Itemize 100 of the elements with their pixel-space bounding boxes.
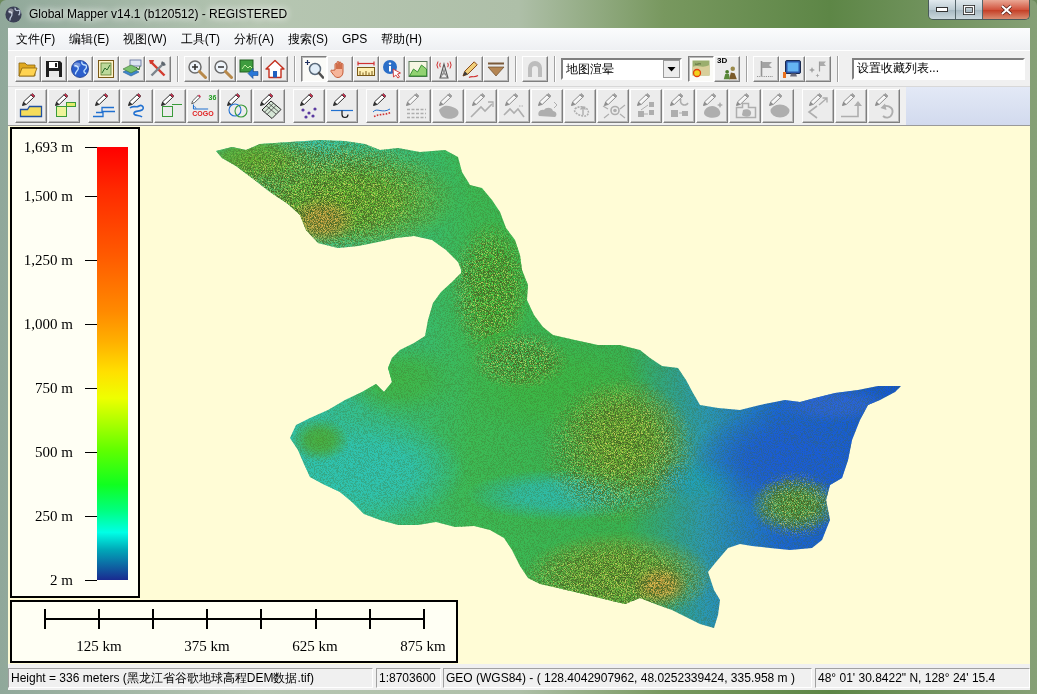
pencil-corner-arrow-icon [838,93,864,119]
layers-icon [122,58,142,79]
menu-item[interactable]: 视图(W) [116,28,174,50]
tick-mark [85,146,97,148]
picture-arrow-icon [239,58,259,79]
crossed-tools-icon [148,58,168,79]
legend-label: 2 m [50,572,73,588]
info-pointer-icon [382,58,402,79]
home-icon [265,58,285,79]
menu-item[interactable]: 搜索(S) [281,28,335,50]
legend-label: 1,500 m [23,188,73,204]
picture-arrow-button[interactable] [236,55,262,82]
pencil-grid-button[interactable] [253,89,285,123]
legend-label: 1,250 m [23,252,73,268]
magnifier-plus-icon [304,58,324,79]
digitizer-button[interactable] [457,55,483,82]
scale-label: 375 km [184,638,230,655]
layers-button[interactable] [119,55,145,82]
pencil-circles-button[interactable] [220,89,252,123]
sun-relief-icon [691,58,711,79]
monitor-icon [782,58,802,79]
pencil-area-button[interactable] [15,89,47,123]
legend-label: 1,693 m [23,139,73,155]
menu-item[interactable]: 分析(A) [227,28,281,50]
pencil-angle-icon [189,94,209,110]
map-document-button[interactable] [93,55,119,82]
save-button[interactable] [41,55,67,82]
maximize-icon [963,4,975,15]
pan-button[interactable] [327,55,353,82]
favorites-field[interactable]: 设置收藏列表... [852,57,1025,80]
pencil-area-icon [18,93,44,119]
zoom-tool-button[interactable] [301,55,327,82]
map-scale-readout: 1:8703600 [376,667,441,688]
menu-item[interactable]: 工具(T) [173,28,227,50]
shader-button[interactable] [688,55,714,82]
pencil-line-icon [91,93,117,119]
pencil-points-button[interactable] [293,89,325,123]
pencil-dotted-line-button[interactable] [366,89,398,123]
globe-button[interactable] [67,55,93,82]
3d-view-button[interactable]: 3D [714,55,740,82]
tick-mark [85,515,97,517]
tools-button[interactable] [145,55,171,82]
pencil-rectangle-line-button[interactable] [154,89,186,123]
triangle-button[interactable] [483,55,509,82]
tick-mark [85,195,97,197]
zoom-out-icon [213,58,233,79]
open-button[interactable] [15,55,41,82]
home-button[interactable] [262,55,288,82]
tick-mark [85,259,97,261]
tick-mark [85,387,97,389]
arch-icon [525,58,545,79]
close-button[interactable] [983,0,1029,19]
render-mode-dropdown[interactable]: 地图渲晕 [561,57,682,80]
scale-label: 125 km [76,638,122,655]
measure-button[interactable] [353,55,379,82]
tick-mark [85,451,97,453]
globe-icon [5,5,22,23]
caret-icon [663,59,680,78]
tick-mark [85,323,97,325]
figures-icon [723,65,738,80]
minimize-icon [936,7,948,12]
zoom-in-icon [187,58,207,79]
info-button[interactable] [379,55,405,82]
tick-mark [85,579,97,581]
pencil-line-button[interactable] [88,89,120,123]
tower-icon [434,58,454,79]
profile-chart-icon [408,58,428,79]
scale-label: 875 km [400,638,446,655]
legend-label: 750 m [35,380,73,396]
pencil-angle-arrows-icon [468,93,494,119]
menu-item[interactable]: 帮助(H) [374,28,429,50]
map-document-icon [96,58,116,79]
pencil-target-icon [600,93,626,119]
close-icon [999,3,1013,16]
minimize-button[interactable] [929,0,956,19]
zoom-out-button[interactable] [210,55,236,82]
flag-icon [756,58,776,79]
height-readout: Height = 336 meters (黑龙江省谷歌地球高程DEM数据.tif) [8,667,373,688]
lat-lon-readout: 48° 01' 30.8422" N, 128° 24' 15.4 [815,667,1030,688]
monitor-button[interactable] [779,55,805,82]
menu-item[interactable]: GPS [335,28,375,50]
legend-label: 500 m [35,444,73,460]
pencil-split-line-icon [501,93,527,119]
globe-icon [70,58,90,79]
maximize-button[interactable] [956,0,983,19]
menu-item[interactable]: 文件(F) [9,28,63,50]
legend-label: 1,000 m [23,316,73,332]
pencil-point-line-button[interactable] [326,89,358,123]
zoom-in-button[interactable] [184,55,210,82]
pencil-icon [460,58,480,79]
pencil-rectangle-button[interactable] [48,89,80,123]
coordinates-readout: GEO (WGS84) - ( 128.4042907962, 48.0252339424, 335.958 m ) [443,667,812,688]
profile-button[interactable] [405,55,431,82]
scale-label: 625 km [292,638,338,655]
tower-button[interactable] [431,55,457,82]
window-title: Global Mapper v14.1 (b120512) - REGISTERED [29,6,288,22]
pencil-curve-button[interactable] [121,89,153,123]
pencil-angle-arrow-icon [805,93,831,119]
legend-label: 250 m [35,508,73,524]
menu-item[interactable]: 编辑(E) [62,28,117,50]
